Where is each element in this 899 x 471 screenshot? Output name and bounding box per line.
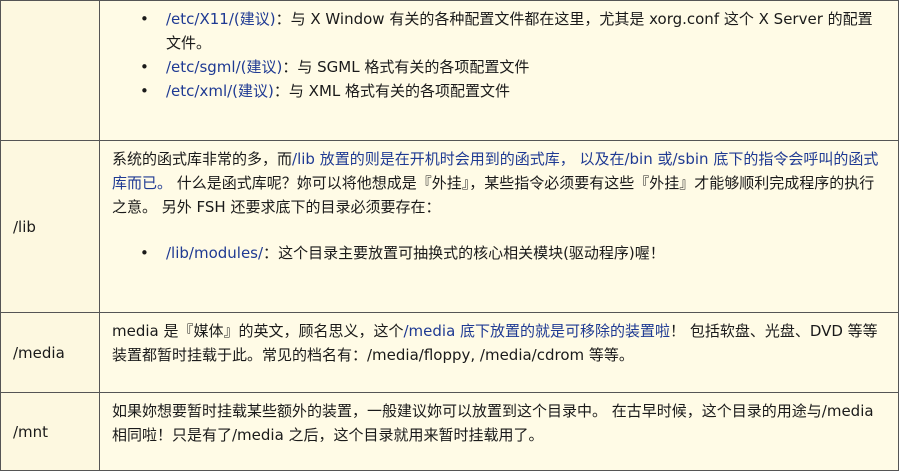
table-row-mnt: /mnt 如果妳想要暂时挂载某些额外的装置，一般建议妳可以放置到这个目录中。 在…	[0, 392, 899, 471]
subdirectory-text: 与 XML 格式有关的各项配置文件	[288, 82, 511, 100]
description-text: media 是『媒体』的英文，顾名思义，这个/media 底下放置的就是可移除的…	[112, 322, 878, 364]
subdirectory-path: /lib/modules/	[166, 244, 264, 262]
list-item: • /etc/X11/(建议)：与 X Window 有关的各种配置文件都在这里…	[140, 7, 886, 55]
description-cell: • /etc/X11/(建议)：与 X Window 有关的各种配置文件都在这里…	[99, 0, 899, 141]
table-row-media: /media media 是『媒体』的英文，顾名思义，这个/media 底下放置…	[0, 312, 899, 393]
subdirectory-text: 与 SGML 格式有关的各项配置文件	[297, 58, 530, 76]
subdirectory-list: • /lib/modules/：这个目录主要放置可抽换式的核心相关模块(驱动程序…	[112, 241, 886, 265]
list-item: • /lib/modules/：这个目录主要放置可抽换式的核心相关模块(驱动程序…	[140, 241, 886, 265]
directory-name-cell: /mnt	[0, 392, 100, 471]
directory-name: /media	[13, 343, 65, 362]
highlight-text: /media 底下放置的就是可移除的装置啦	[403, 322, 671, 340]
directory-name: /lib	[13, 217, 36, 236]
fhs-directory-table: • /etc/X11/(建议)：与 X Window 有关的各种配置文件都在这里…	[0, 0, 899, 471]
list-item: • /etc/xml/(建议)：与 XML 格式有关的各项配置文件	[140, 79, 886, 103]
table-row-lib: /lib 系统的函式库非常的多，而/lib 放置的则是在开机时会用到的函式库， …	[0, 140, 899, 313]
bullet-icon: •	[140, 10, 149, 28]
directory-name-cell	[0, 0, 100, 141]
description-text: 如果妳想要暂时挂载某些额外的装置，一般建议妳可以放置到这个目录中。 在古早时候，…	[112, 402, 874, 444]
subdirectory-list: • /etc/X11/(建议)：与 X Window 有关的各种配置文件都在这里…	[112, 7, 886, 103]
description-cell: media 是『媒体』的英文，顾名思义，这个/media 底下放置的就是可移除的…	[99, 312, 899, 393]
bullet-icon: •	[140, 244, 149, 262]
subdirectory-text: 这个目录主要放置可抽换式的核心相关模块(驱动程序)喔！	[278, 244, 665, 262]
bullet-icon: •	[140, 58, 149, 76]
directory-name-cell: /media	[0, 312, 100, 393]
description-text: 系统的函式库非常的多，而/lib 放置的则是在开机时会用到的函式库， 以及在/b…	[112, 150, 879, 216]
description-cell: 系统的函式库非常的多，而/lib 放置的则是在开机时会用到的函式库， 以及在/b…	[99, 140, 899, 313]
directory-name-cell: /lib	[0, 140, 100, 313]
subdirectory-path: /etc/xml/(建议)	[166, 82, 274, 100]
description-cell: 如果妳想要暂时挂载某些额外的装置，一般建议妳可以放置到这个目录中。 在古早时候，…	[99, 392, 899, 471]
list-item: • /etc/sgml/(建议)：与 SGML 格式有关的各项配置文件	[140, 55, 886, 79]
subdirectory-path: /etc/sgml/(建议)	[166, 58, 283, 76]
bullet-icon: •	[140, 82, 149, 100]
table-row-etc-continued: • /etc/X11/(建议)：与 X Window 有关的各种配置文件都在这里…	[0, 0, 899, 141]
subdirectory-path: /etc/X11/(建议)	[166, 10, 276, 28]
directory-name: /mnt	[13, 422, 49, 441]
